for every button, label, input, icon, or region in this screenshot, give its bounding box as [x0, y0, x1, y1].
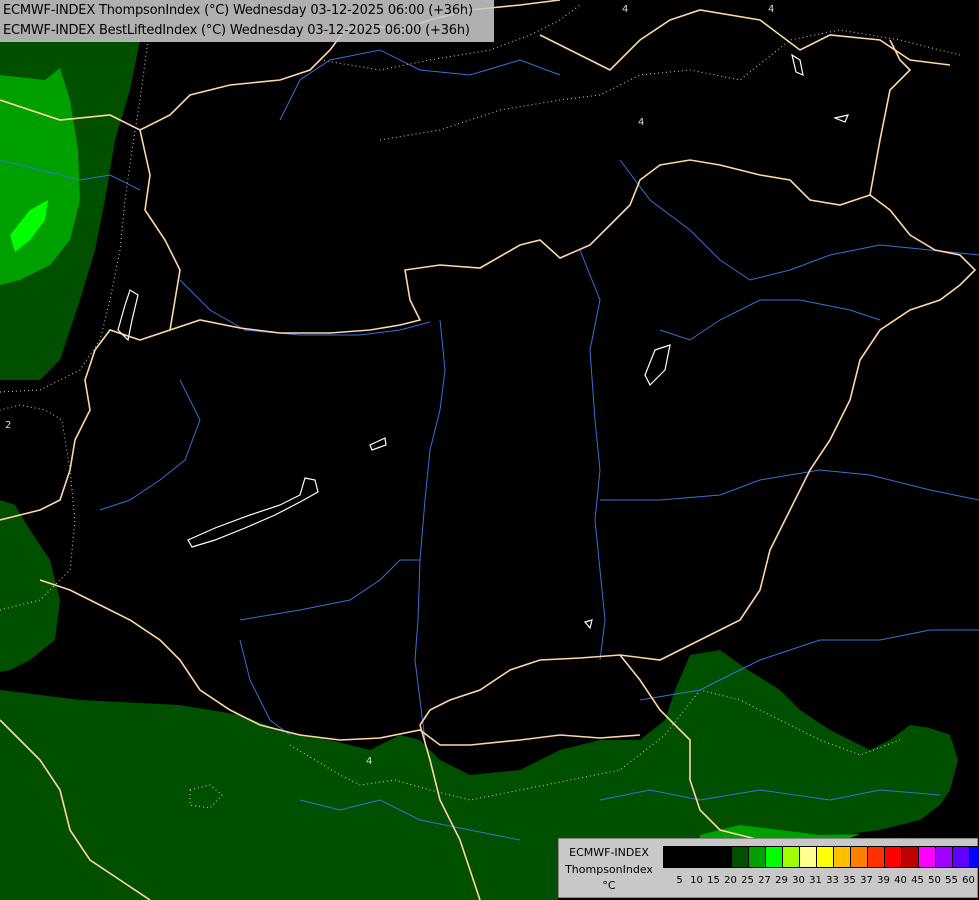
legend-swatch	[936, 847, 953, 867]
legend-tick-label: 55	[945, 875, 958, 886]
legend-swatch	[885, 847, 902, 867]
legend-tick-label: 20	[724, 875, 737, 886]
legend-swatch	[749, 847, 766, 867]
legend-swatch	[868, 847, 885, 867]
legend-swatch	[732, 847, 749, 867]
legend-tick-label: 50	[928, 875, 941, 886]
legend-swatch	[919, 847, 936, 867]
legend-source: ECMWF-INDEX	[569, 846, 649, 859]
legend-tick-label: 25	[741, 875, 754, 886]
contour-label: 4	[366, 756, 373, 767]
legend-tick-label: 40	[894, 875, 907, 886]
legend-unit: °C	[602, 879, 616, 892]
legend-ticks: 5 10 15 20 25 27 29 30 31 33 35 37 39 40 45 50 55 60	[671, 875, 977, 889]
legend-swatch	[851, 847, 868, 867]
legend-swatch	[698, 847, 715, 867]
legend-swatch	[681, 847, 698, 867]
legend-tick-label: 5	[676, 875, 683, 886]
contour-label: 2	[5, 420, 12, 431]
legend-tick-label: 27	[758, 875, 771, 886]
legend-tick-label: 37	[860, 875, 873, 886]
legend-swatch	[902, 847, 919, 867]
legend-swatch	[766, 847, 783, 867]
legend-parameter: ThompsonIndex	[565, 863, 653, 876]
map-title: ECMWF-INDEX ThompsonIndex (°C) Wednesday…	[0, 0, 494, 42]
legend-tick-label: 39	[877, 875, 890, 886]
legend-tick-label: 10	[690, 875, 703, 886]
legend-swatches	[663, 846, 979, 868]
legend-swatch	[783, 847, 800, 867]
legend-tick-label: 30	[792, 875, 805, 886]
title-thompson-index: ECMWF-INDEX ThompsonIndex (°C) Wednesday…	[3, 3, 473, 18]
color-legend: ECMWF-INDEX ThompsonIndex °C 5 10 15 20 25 27…	[558, 838, 979, 898]
legend-tick-label: 29	[775, 875, 788, 886]
map-canvas	[0, 0, 979, 900]
contour-label: 4	[622, 4, 629, 15]
contour-label: 4	[638, 117, 645, 128]
legend-swatch	[800, 847, 817, 867]
legend-swatch	[970, 847, 979, 867]
legend-tick-label: 15	[707, 875, 720, 886]
legend-swatch	[834, 847, 851, 867]
legend-tick-label: 33	[826, 875, 839, 886]
weather-map: 4 4 4 2 4 ECMWF-INDEX ThompsonIndex (°C)…	[0, 0, 979, 900]
legend-tick-label: 60	[962, 875, 975, 886]
legend-tick-label: 35	[843, 875, 856, 886]
legend-tick-label: 31	[809, 875, 822, 886]
legend-swatch	[664, 847, 681, 867]
title-best-lifted-index: ECMWF-INDEX BestLiftedIndex (°C) Wednesd…	[3, 23, 470, 38]
contour-label: 4	[768, 4, 775, 15]
legend-swatch	[953, 847, 970, 867]
legend-swatch	[817, 847, 834, 867]
legend-swatch	[715, 847, 732, 867]
legend-tick-label: 45	[911, 875, 924, 886]
